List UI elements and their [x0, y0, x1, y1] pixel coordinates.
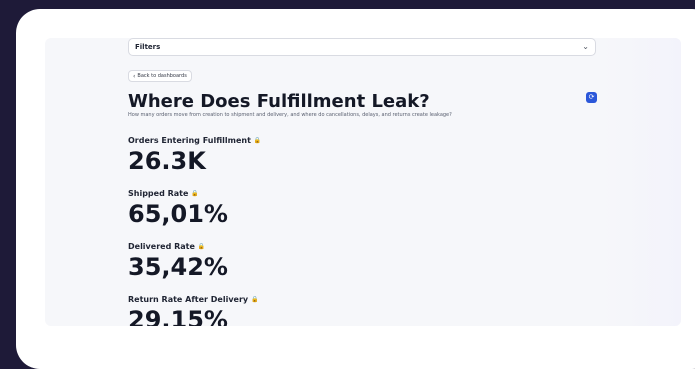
metric-label-text: Shipped Rate [128, 189, 189, 198]
lock-icon: 🔒 [197, 243, 206, 250]
metric-label-delivered: Delivered Rate 🔒 [128, 242, 205, 251]
metric-label-text: Return Rate After Delivery [128, 295, 249, 304]
metric-value-delivered: 35,42% [128, 253, 228, 281]
metric-label-orders: Orders Entering Fulfillment 🔒 [128, 136, 261, 145]
refresh-button[interactable]: ⟳ [586, 92, 597, 103]
refresh-icon: ⟳ [588, 93, 595, 101]
app-card: Filters ⌄ ‹ Back to dashboards Where Doe… [16, 9, 695, 369]
filters-dropdown[interactable]: Filters ⌄ [128, 38, 596, 56]
metric-label-text: Orders Entering Fulfillment [128, 136, 251, 145]
page-subtitle: How many orders move from creation to sh… [128, 112, 452, 118]
metric-label-text: Delivered Rate [128, 242, 195, 251]
metric-value-return: 29,15% [128, 306, 228, 326]
chevron-left-icon: ‹ [133, 72, 136, 80]
lock-icon: 🔒 [253, 137, 262, 144]
lock-icon: 🔒 [191, 190, 199, 197]
back-to-dashboards-button[interactable]: ‹ Back to dashboards [128, 70, 192, 82]
filters-label: Filters [135, 43, 161, 51]
lock-icon: 🔒 [251, 296, 259, 303]
edge-fade [601, 38, 681, 326]
metric-label-shipped: Shipped Rate 🔒 [128, 189, 199, 198]
chevron-down-icon: ⌄ [582, 42, 589, 51]
back-label: Back to dashboards [137, 73, 187, 79]
dashboard-panel: Filters ⌄ ‹ Back to dashboards Where Doe… [45, 38, 681, 326]
metric-label-return: Return Rate After Delivery 🔒 [128, 295, 259, 304]
metric-value-shipped: 65,01% [128, 200, 228, 228]
page-title: Where Does Fulfillment Leak? [128, 91, 430, 112]
metric-value-orders: 26.3K [128, 147, 206, 175]
